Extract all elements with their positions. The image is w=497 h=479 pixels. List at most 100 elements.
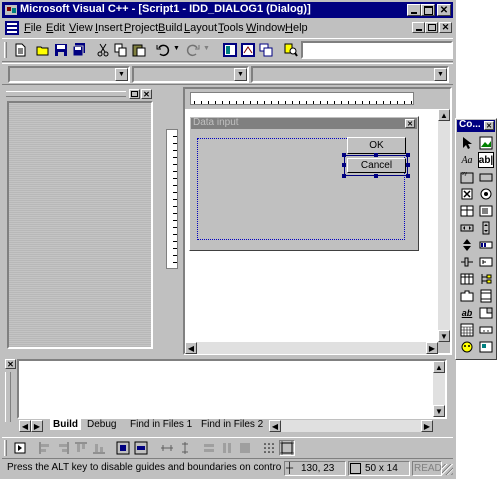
filter-combo[interactable]: ▼ bbox=[132, 66, 249, 83]
pointer-tool-icon[interactable] bbox=[459, 135, 475, 151]
output-window-icon[interactable] bbox=[240, 42, 256, 58]
list-control-tool-icon[interactable] bbox=[459, 271, 475, 287]
month-calendar-tool-icon[interactable] bbox=[459, 322, 475, 338]
redo-icon[interactable] bbox=[185, 42, 201, 58]
slider-tool-icon[interactable] bbox=[459, 254, 475, 270]
animate-tool-icon[interactable] bbox=[478, 288, 494, 304]
center-vertical-icon[interactable] bbox=[115, 440, 131, 456]
members-combo-dropdown[interactable]: ▼ bbox=[434, 68, 447, 81]
resize-handle[interactable] bbox=[406, 174, 410, 178]
scroll-up-button[interactable]: ▲ bbox=[433, 361, 445, 373]
align-left-icon[interactable] bbox=[37, 440, 53, 456]
hscroll-left-button[interactable]: ◀ bbox=[269, 420, 281, 432]
tab-scroll-left-button[interactable]: ◀ bbox=[19, 420, 31, 432]
find-combo[interactable] bbox=[301, 41, 453, 59]
menu-insert[interactable]: Insert bbox=[95, 19, 123, 37]
minimize-button[interactable] bbox=[407, 4, 421, 16]
resize-handle[interactable] bbox=[342, 163, 346, 167]
button-tool-icon[interactable] bbox=[478, 169, 494, 185]
tab-control-tool-icon[interactable] bbox=[459, 288, 475, 304]
menu-help[interactable]: Help bbox=[285, 19, 308, 37]
new-file-icon[interactable] bbox=[12, 42, 28, 58]
filter-combo-dropdown[interactable]: ▼ bbox=[234, 68, 247, 81]
menu-file[interactable]: File bbox=[24, 19, 42, 37]
make-same-height-icon[interactable] bbox=[219, 440, 235, 456]
output-text-area[interactable]: ▲ ▼ bbox=[17, 359, 447, 419]
scroll-down-button[interactable]: ▼ bbox=[433, 405, 445, 417]
list-box-tool-icon[interactable] bbox=[478, 203, 494, 219]
space-across-icon[interactable] bbox=[159, 440, 175, 456]
menu-build[interactable]: Build bbox=[158, 19, 182, 37]
members-combo[interactable]: ▼ bbox=[251, 66, 449, 83]
spin-tool-icon[interactable] bbox=[459, 237, 475, 253]
combo-box-tool-icon[interactable] bbox=[459, 203, 475, 219]
make-same-width-icon[interactable] bbox=[201, 440, 217, 456]
align-bottom-icon[interactable] bbox=[91, 440, 107, 456]
save-all-icon[interactable] bbox=[71, 42, 87, 58]
horizontal-ruler[interactable] bbox=[190, 92, 414, 105]
ok-button[interactable]: OK bbox=[347, 137, 406, 154]
menu-project[interactable]: Project bbox=[124, 19, 158, 37]
open-folder-icon[interactable] bbox=[35, 42, 51, 58]
output-hscrollbar[interactable] bbox=[281, 420, 433, 432]
progress-tool-icon[interactable] bbox=[478, 237, 494, 253]
doc-restore-button[interactable] bbox=[425, 22, 438, 33]
editor-hscrollbar[interactable]: ◀ ▶ bbox=[185, 342, 438, 354]
window-list-icon[interactable] bbox=[258, 42, 274, 58]
resize-handle[interactable] bbox=[406, 153, 410, 157]
undo-dropdown-icon[interactable]: ▼ bbox=[173, 45, 180, 52]
horizontal-scrollbar-tool-icon[interactable] bbox=[459, 220, 475, 236]
radio-button-tool-icon[interactable] bbox=[478, 186, 494, 202]
group-box-tool-icon[interactable]: xy bbox=[459, 169, 475, 185]
menu-edit[interactable]: Edit bbox=[46, 19, 65, 37]
tab-find-in-files-1[interactable]: Find in Files 1 bbox=[130, 419, 192, 430]
workspace-close-button[interactable]: ✕ bbox=[141, 89, 152, 99]
resize-handle[interactable] bbox=[406, 163, 410, 167]
scroll-down-button[interactable]: ▼ bbox=[438, 330, 450, 342]
resize-handle[interactable] bbox=[374, 174, 378, 178]
workspace-view[interactable] bbox=[7, 101, 153, 349]
dialog-template[interactable]: Data input ✕ OK Cancel bbox=[189, 116, 419, 251]
vertical-ruler[interactable] bbox=[166, 129, 178, 269]
scroll-left-button[interactable]: ◀ bbox=[185, 342, 197, 354]
tab-build[interactable]: Build bbox=[50, 419, 81, 430]
close-button[interactable]: ✕ bbox=[437, 4, 451, 16]
space-down-icon[interactable] bbox=[177, 440, 193, 456]
cancel-button[interactable]: Cancel bbox=[347, 158, 406, 173]
tab-find-in-files-2[interactable]: Find in Files 2 bbox=[201, 419, 263, 430]
scroll-right-button[interactable]: ▶ bbox=[426, 342, 438, 354]
class-combo[interactable]: ▼ bbox=[8, 66, 130, 83]
menu-layout[interactable]: Layout bbox=[184, 19, 217, 37]
menu-window[interactable]: Window bbox=[246, 19, 285, 37]
copy-icon[interactable] bbox=[113, 42, 129, 58]
output-close-button[interactable]: ✕ bbox=[5, 359, 16, 369]
resize-handle[interactable] bbox=[342, 174, 346, 178]
check-box-tool-icon[interactable] bbox=[459, 186, 475, 202]
custom-control-tool-icon[interactable] bbox=[459, 339, 475, 355]
paste-icon[interactable] bbox=[131, 42, 147, 58]
tab-scroll-right-button[interactable]: ▶ bbox=[31, 420, 43, 432]
doc-minimize-button[interactable] bbox=[412, 22, 425, 33]
resize-handle[interactable] bbox=[374, 153, 378, 157]
editor-vscrollbar[interactable]: ▲ ▼ bbox=[438, 109, 450, 342]
class-combo-dropdown[interactable]: ▼ bbox=[115, 68, 128, 81]
dialog-close-button[interactable]: ✕ bbox=[405, 119, 415, 128]
test-dialog-icon[interactable] bbox=[12, 440, 28, 456]
menu-view[interactable]: View bbox=[69, 19, 93, 37]
undo-icon[interactable] bbox=[155, 42, 171, 58]
size-grip[interactable] bbox=[442, 464, 453, 475]
controls-close-button[interactable]: ✕ bbox=[484, 121, 494, 130]
menu-tools[interactable]: Tools bbox=[218, 19, 244, 37]
date-time-picker-tool-icon[interactable] bbox=[478, 305, 494, 321]
redo-dropdown-icon[interactable]: ▼ bbox=[203, 45, 210, 52]
edit-box-tool-icon[interactable]: ab| bbox=[478, 152, 494, 168]
scroll-up-button[interactable]: ▲ bbox=[438, 109, 450, 121]
hscroll-right-button[interactable]: ▶ bbox=[421, 420, 433, 432]
find-in-files-icon[interactable] bbox=[283, 42, 299, 58]
make-same-size-icon[interactable] bbox=[237, 440, 253, 456]
tab-debug[interactable]: Debug bbox=[87, 419, 116, 430]
static-text-tool-icon[interactable]: Aa bbox=[459, 152, 475, 168]
align-top-icon[interactable] bbox=[73, 440, 89, 456]
save-icon[interactable] bbox=[53, 42, 69, 58]
doc-close-button[interactable]: ✕ bbox=[439, 22, 452, 33]
